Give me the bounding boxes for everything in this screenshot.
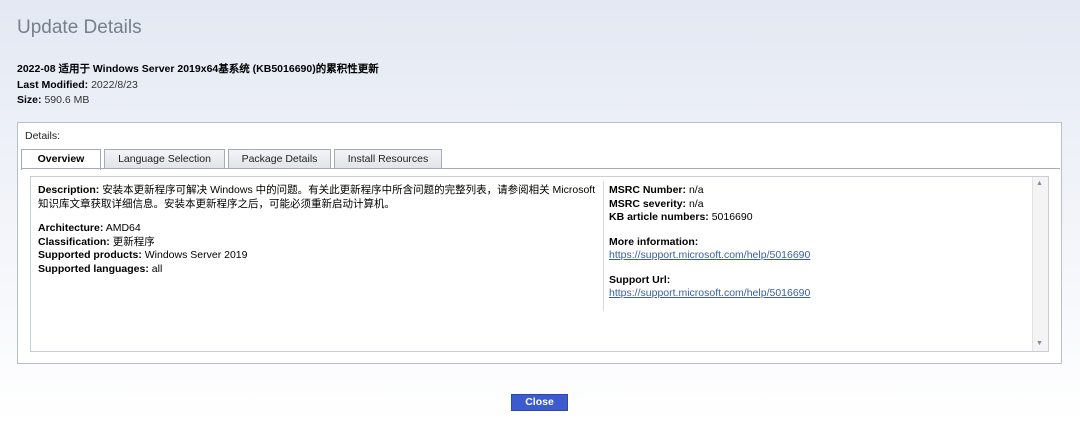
supported-languages-row: Supported languages: all [38, 263, 596, 277]
description-block: Description: 安装本更新程序可解决 Windows 中的问题。有关此… [38, 184, 596, 211]
tab-install-resources[interactable]: Install Resources [334, 149, 442, 168]
properties-block: Architecture: AMD64 Classification: 更新程序… [38, 222, 596, 276]
classification-row: Classification: 更新程序 [38, 236, 596, 250]
overview-right-column: MSRC Number: n/a MSRC severity: n/a KB a… [609, 184, 1029, 312]
architecture-label: Architecture: [38, 222, 104, 234]
more-information-link[interactable]: https://support.microsoft.com/help/50166… [609, 249, 810, 261]
msrc-block: MSRC Number: n/a MSRC severity: n/a KB a… [609, 184, 1029, 225]
description-value: 安装本更新程序可解决 Windows 中的问题。有关此更新程序中所含问题的完整列… [38, 184, 596, 210]
scroll-down-icon[interactable]: ▼ [1036, 340, 1043, 348]
msrc-severity-row: MSRC severity: n/a [609, 198, 1029, 212]
last-modified-row: Last Modified: 2022/8/23 [17, 78, 379, 94]
last-modified-value: 2022/8/23 [91, 78, 138, 91]
overview-panel: Description: 安装本更新程序可解决 Windows 中的问题。有关此… [30, 176, 1049, 352]
more-information-label: More information: [609, 235, 699, 248]
supported-products-value: Windows Server 2019 [144, 249, 248, 261]
msrc-number-value: n/a [688, 184, 704, 196]
support-url-label: Support Url: [609, 273, 671, 286]
size-value: 590.6 MB [44, 94, 90, 106]
support-url-link[interactable]: https://support.microsoft.com/help/50166… [609, 287, 810, 299]
supported-languages-label: Supported languages: [38, 262, 149, 275]
tab-package-details[interactable]: Package Details [228, 149, 331, 168]
description-label: Description: [38, 184, 100, 196]
details-label: Details: [25, 130, 61, 142]
size-label: Size: [17, 94, 42, 106]
overview-left-column: Description: 安装本更新程序可解决 Windows 中的问题。有关此… [38, 184, 596, 287]
support-url-block: Support Url: https://support.microsoft.c… [609, 274, 1029, 301]
classification-value: 更新程序 [112, 235, 155, 248]
classification-label: Classification: [38, 235, 110, 248]
details-box: Details: Overview Language Selection Pac… [17, 122, 1062, 364]
kb-article-row: KB article numbers: 5016690 [609, 211, 1029, 225]
tab-divider [21, 168, 1060, 169]
kb-article-label: KB article numbers: [609, 211, 709, 223]
msrc-number-label: MSRC Number: [609, 184, 687, 196]
kb-article-value: 5016690 [711, 211, 753, 223]
scroll-up-icon[interactable]: ▲ [1036, 180, 1043, 188]
page-title: Update Details [17, 17, 142, 38]
supported-products-row: Supported products: Windows Server 2019 [38, 249, 596, 263]
tab-overview[interactable]: Overview [21, 149, 101, 170]
update-title: 2022-08 适用于 Windows Server 2019x64基系统 (K… [17, 63, 379, 75]
last-modified-label: Last Modified: [17, 78, 89, 91]
msrc-severity-label: MSRC severity: [609, 197, 687, 210]
column-divider [603, 181, 604, 311]
more-information-block: More information: https://support.micros… [609, 236, 1029, 263]
size-row: Size: 590.6 MB [17, 93, 379, 109]
supported-products-label: Supported products: [38, 249, 142, 261]
tab-language-selection[interactable]: Language Selection [104, 149, 225, 168]
supported-languages-value: all [151, 262, 163, 275]
architecture-value: AMD64 [105, 222, 141, 234]
update-summary: 2022-08 适用于 Windows Server 2019x64基系统 (K… [17, 62, 379, 109]
msrc-number-row: MSRC Number: n/a [609, 184, 1029, 198]
msrc-severity-value: n/a [688, 197, 704, 210]
architecture-row: Architecture: AMD64 [38, 222, 596, 236]
vertical-scrollbar[interactable]: ▲ ▼ [1032, 177, 1048, 351]
close-button[interactable]: Close [511, 394, 568, 411]
